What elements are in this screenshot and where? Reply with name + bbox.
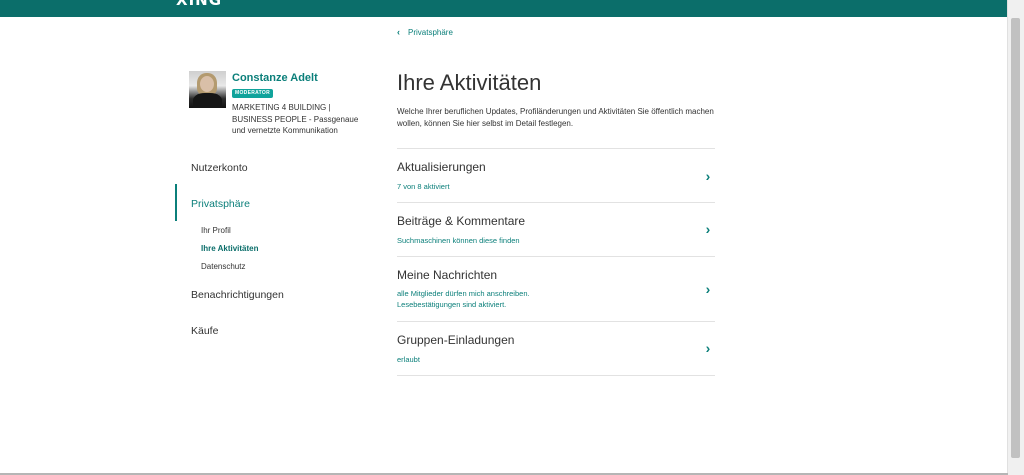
- page-title: Ihre Aktivitäten: [397, 70, 542, 95]
- profile-description: MARKETING 4 BUILDING | BUSINESS PEOPLE -…: [232, 103, 359, 135]
- avatar-body: [193, 93, 222, 108]
- subnav-item-ihr-profil[interactable]: Ihr Profil: [201, 226, 231, 235]
- settings-row-gruppen-einladungen[interactable]: [397, 322, 715, 375]
- breadcrumb[interactable]: ‹ Privatsphäre: [397, 27, 453, 37]
- subnav-item-datenschutz[interactable]: Datenschutz: [201, 262, 245, 271]
- scrollbar-thumb[interactable]: [1011, 18, 1020, 458]
- page-intro: Welche Ihrer beruflichen Updates, Profil…: [397, 107, 714, 128]
- settings-row-beitraege-kommentare[interactable]: [397, 203, 715, 256]
- chevron-right-icon[interactable]: ›: [702, 282, 714, 296]
- row-subtitle: Suchmaschinen können diese finden: [397, 236, 520, 245]
- moderator-badge: MODERATOR: [232, 89, 274, 98]
- scrollbar[interactable]: [1007, 0, 1024, 475]
- settings-row-aktualisierungen[interactable]: [397, 149, 715, 202]
- row-title: Meine Nachrichten: [397, 268, 498, 282]
- row-title: Beiträge & Kommentare: [397, 214, 526, 228]
- divider: [397, 375, 715, 376]
- row-title: Gruppen-Einladungen: [397, 333, 515, 347]
- top-bar: XING: [0, 0, 1008, 17]
- row-subtitle: 7 von 8 aktiviert: [397, 182, 450, 191]
- chevron-right-icon[interactable]: ›: [702, 169, 714, 183]
- sidebar-item-benachrichtigungen[interactable]: Benachrichtigungen: [191, 289, 284, 301]
- avatar[interactable]: [189, 71, 226, 108]
- breadcrumb-label: Privatsphäre: [408, 28, 453, 37]
- xing-logo[interactable]: XING: [176, 0, 222, 9]
- row-title: Aktualisierungen: [397, 160, 486, 174]
- subnav-item-ihre-aktivitaeten[interactable]: Ihre Aktivitäten: [201, 244, 259, 253]
- avatar-face: [200, 76, 214, 92]
- chevron-right-icon[interactable]: ›: [702, 341, 714, 355]
- row-subtitle: erlaubt: [397, 355, 420, 364]
- active-indicator: [175, 184, 177, 221]
- sidebar-item-nutzerkonto[interactable]: Nutzerkonto: [191, 162, 248, 174]
- chevron-left-icon: ‹: [397, 27, 400, 37]
- sidebar-item-kaeufe[interactable]: Käufe: [191, 325, 218, 337]
- profile-name[interactable]: Constanze Adelt: [232, 72, 318, 84]
- chevron-right-icon[interactable]: ›: [702, 222, 714, 236]
- sidebar-item-privatsphaere[interactable]: Privatsphäre: [191, 198, 250, 210]
- row-subtitle: alle Mitglieder dürfen mich anschreiben.…: [397, 289, 530, 309]
